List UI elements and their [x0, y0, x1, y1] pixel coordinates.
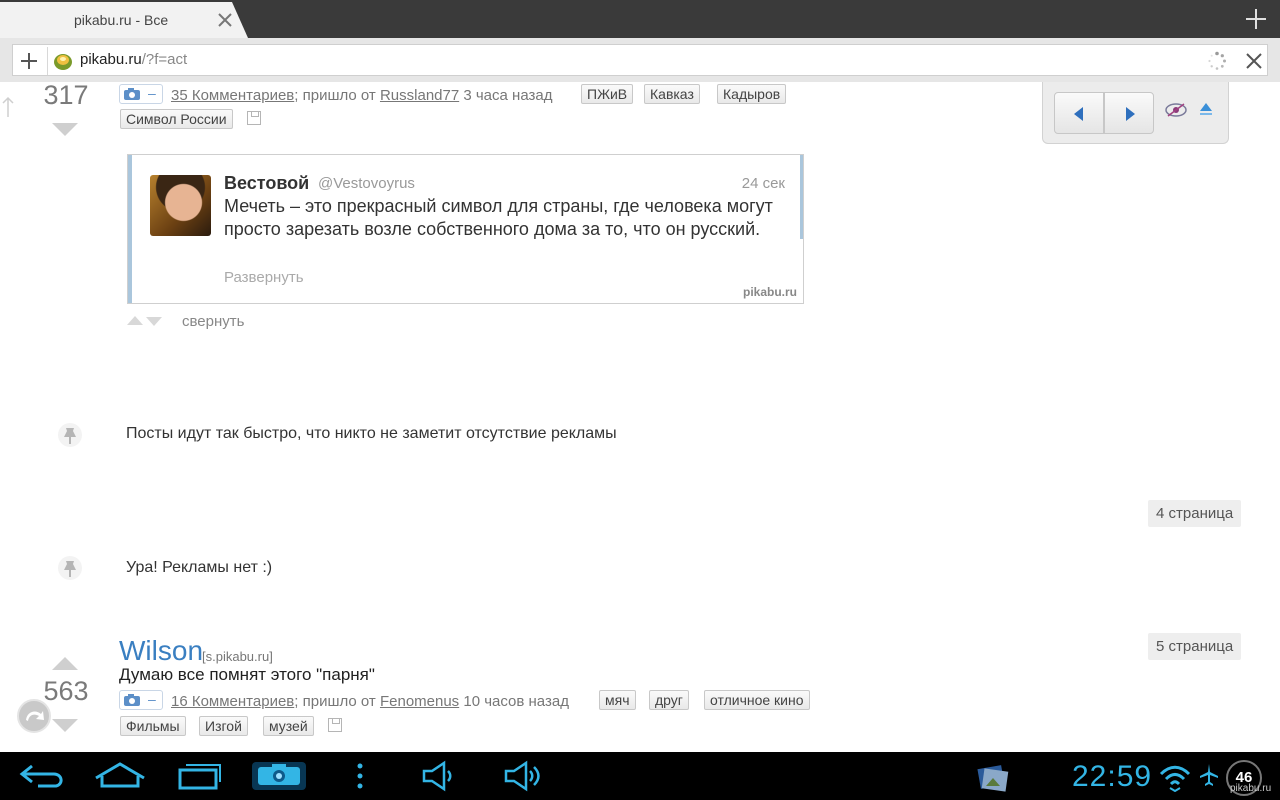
pikabu-favicon-icon	[54, 54, 72, 70]
plus-icon[interactable]	[19, 51, 39, 71]
system-navigation-bar: 22:59	[0, 752, 1280, 800]
came-from-label: ; пришло от	[294, 87, 376, 104]
save-post-icon[interactable]	[328, 718, 342, 732]
scroll-up-arrow-icon[interactable]	[2, 96, 14, 118]
tag-otlichnoe-kino[interactable]: отличное кино	[704, 690, 810, 710]
comments-link[interactable]: 35 Комментариев	[171, 87, 294, 104]
tweet-time: 24 сек	[741, 175, 785, 192]
tag-myach[interactable]: мяч	[599, 690, 636, 710]
vote-down-button[interactable]	[52, 719, 78, 732]
camera-icon	[124, 88, 140, 100]
post-title[interactable]: Думаю все помнят этого "парня"	[119, 665, 375, 685]
comments-link[interactable]: 16 Комментариев	[171, 693, 294, 710]
announcement-text-1: Посты идут так быстро, что никто не заме…	[126, 425, 617, 442]
vote-up-button[interactable]	[52, 657, 78, 670]
camera-icon	[124, 694, 140, 706]
minus-icon: –	[148, 85, 156, 101]
save-post-icon[interactable]	[247, 111, 261, 125]
came-from-label: ; пришло от	[294, 693, 376, 710]
tag-filmy[interactable]: Фильмы	[120, 716, 186, 736]
post-time: 10 часов назад	[463, 693, 569, 710]
post-time: 3 часа назад	[463, 87, 553, 104]
gallery-notification-icon[interactable]	[976, 762, 1010, 792]
address-bar: pikabu.ru/?f=act	[0, 38, 1280, 120]
page-marker-5: 5 страница	[1148, 633, 1242, 660]
tweet-text: Мечеть – это прекрасный символ для стран…	[224, 196, 773, 239]
loading-spinner-icon	[1208, 51, 1226, 70]
collapse-link[interactable]: свернуть	[182, 313, 244, 330]
recent-apps-icon[interactable]	[176, 760, 224, 792]
announcement-text-2: Ура! Рекламы нет :)	[126, 559, 273, 576]
pin-icon	[58, 556, 82, 580]
author-link[interactable]: Russland77	[380, 87, 459, 104]
tab-active[interactable]: pikabu.ru - Все	[0, 2, 248, 38]
page-content: 317 – 35 Комментариев; пришло от Russlan…	[0, 82, 1280, 752]
hide-viewed-eye-icon[interactable]	[1165, 102, 1187, 118]
screenshot-icon[interactable]	[250, 758, 308, 794]
url-input[interactable]: pikabu.ru/?f=act	[12, 44, 1268, 76]
post-meta: – 16 Комментариев; пришло от Fenomenus 1…	[119, 690, 569, 710]
tag-symbol-rossii[interactable]: Символ России	[120, 109, 233, 129]
tab-bar: pikabu.ru - Все	[0, 0, 1280, 38]
post-author-title-link[interactable]: Wilson	[119, 635, 203, 667]
tweet-avatar	[150, 175, 211, 236]
divider	[47, 47, 48, 75]
tweet-author-name: Вестовой	[224, 173, 310, 193]
tag-kavkaz[interactable]: Кавказ	[644, 84, 700, 104]
volume-down-icon[interactable]	[420, 760, 456, 792]
url-text: pikabu.ru/?f=act	[80, 51, 187, 68]
next-post-button[interactable]	[1104, 92, 1154, 134]
tag-drug[interactable]: друг	[649, 690, 689, 710]
tag-izgoy[interactable]: Изгой	[199, 716, 248, 736]
tab-title: pikabu.ru - Все	[74, 12, 169, 28]
image-watermark: pikabu.ru	[742, 285, 797, 299]
chevron-left-icon	[1074, 107, 1083, 121]
post-navigation-panel	[1042, 82, 1229, 144]
page-marker-4: 4 страница	[1148, 500, 1242, 527]
post-meta: – 35 Комментариев; пришло от Russland77 …	[119, 84, 552, 104]
wifi-icon	[1159, 765, 1191, 792]
url-path: /?f=act	[141, 51, 188, 68]
tweet-handle: @Vestovoyrus	[318, 175, 415, 192]
url-host: pikabu.ru	[80, 51, 142, 68]
post-source-host: [s.pikabu.ru]	[202, 649, 273, 664]
tweet-expand: Развернуть	[224, 269, 304, 286]
back-icon[interactable]	[18, 760, 68, 792]
tag-muzey[interactable]: музей	[263, 716, 314, 736]
screen-watermark: pikabu.ru	[1230, 783, 1272, 794]
airplane-mode-icon	[1200, 764, 1218, 786]
status-clock: 22:59	[1072, 760, 1153, 793]
chevron-right-icon	[1126, 107, 1135, 121]
refresh-arrow-icon	[26, 711, 44, 721]
photo-post-icon[interactable]: –	[119, 84, 163, 104]
post-image-tweet[interactable]: Вестовой @Vestovoyrus 24 сек Мечеть – эт…	[127, 154, 804, 304]
previous-post-button[interactable]	[1054, 92, 1104, 134]
stop-loading-icon[interactable]	[1245, 52, 1263, 70]
tag-pzhiv[interactable]: ПЖиВ	[581, 84, 634, 104]
home-icon[interactable]	[92, 760, 148, 792]
image-vote-down-icon[interactable]	[146, 317, 162, 326]
minus-icon: –	[148, 691, 156, 707]
tag-kadyrov[interactable]: Кадыров	[717, 84, 787, 104]
scroll-to-top-icon[interactable]	[1199, 101, 1213, 119]
vote-down-button[interactable]	[52, 123, 78, 136]
new-tab-icon[interactable]	[1244, 7, 1268, 31]
back-overlay-button[interactable]	[17, 699, 51, 733]
post-score: 317	[43, 82, 89, 110]
image-vote-up-icon[interactable]	[127, 316, 143, 325]
photo-post-icon[interactable]: –	[119, 690, 163, 710]
author-link[interactable]: Fenomenus	[380, 693, 459, 710]
volume-up-icon[interactable]	[502, 760, 542, 792]
close-tab-icon[interactable]	[216, 11, 234, 29]
menu-dots-icon[interactable]	[352, 760, 368, 792]
pin-icon	[58, 423, 82, 447]
